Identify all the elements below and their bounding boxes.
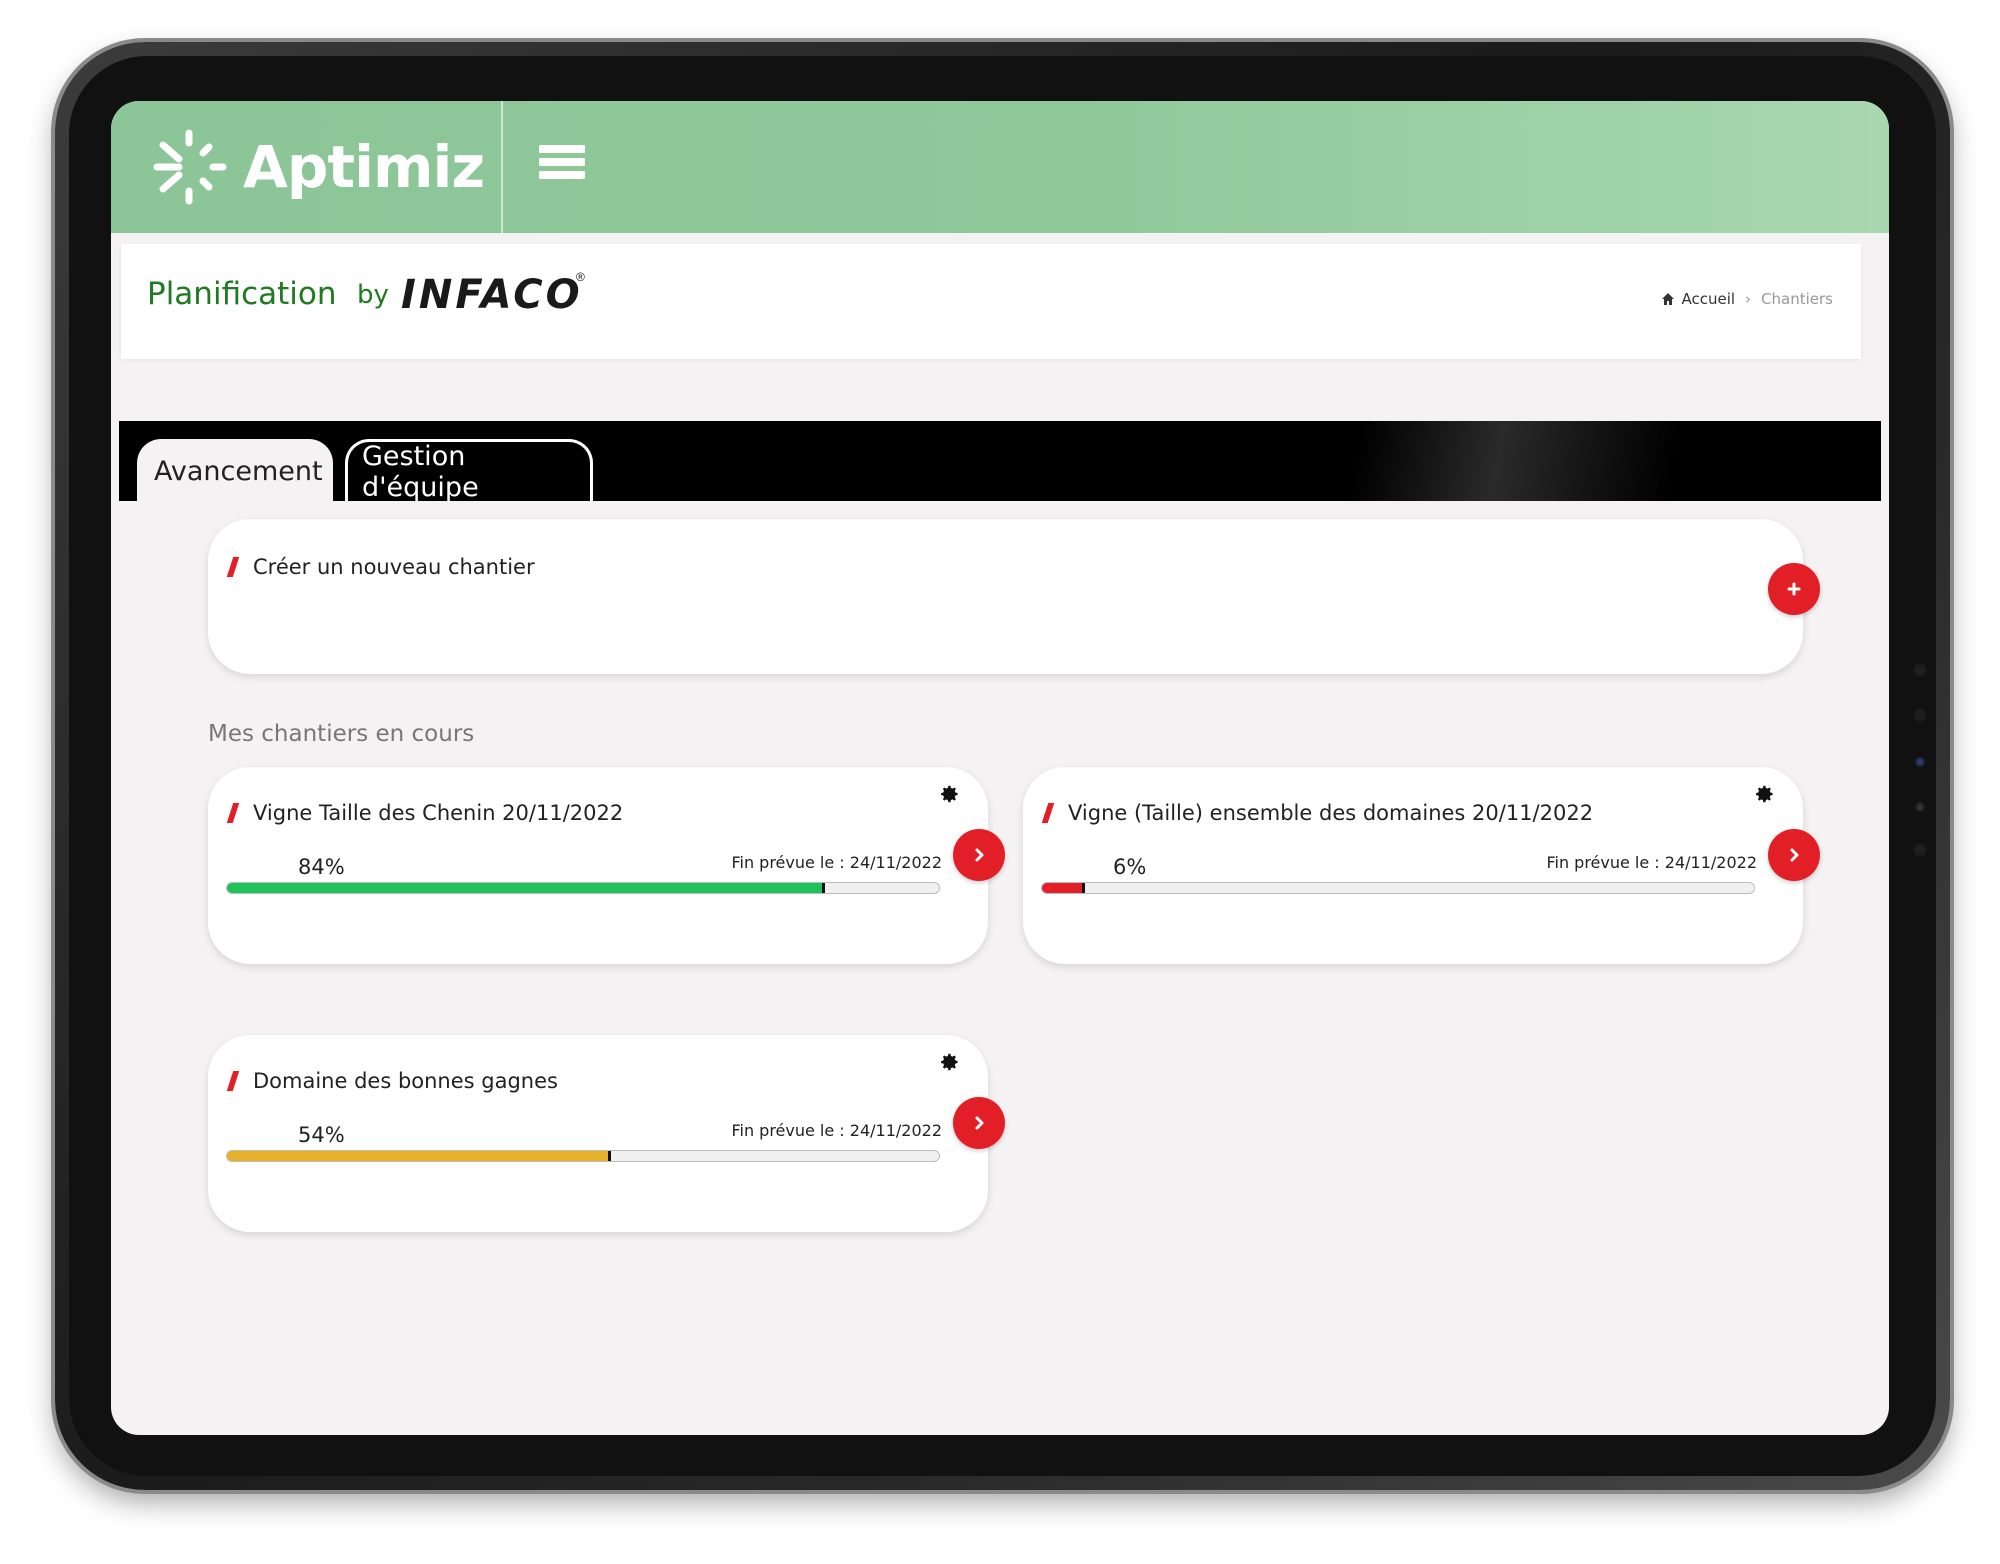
project-title: Domaine des bonnes gagnes <box>253 1069 558 1093</box>
progress-percent: 84% <box>298 855 345 879</box>
create-project-label: Créer un nouveau chantier <box>253 555 535 579</box>
tab-gestion-equipe[interactable]: Gestion d'équipe <box>345 439 593 503</box>
brand-logo[interactable]: Aptimiz <box>149 129 485 205</box>
breadcrumb-home[interactable]: Accueil <box>1681 290 1735 308</box>
progress-bar <box>1041 882 1755 894</box>
plus-icon <box>1787 582 1801 596</box>
progress-bar-fill <box>227 1151 612 1161</box>
sensor-dot <box>1912 662 1928 678</box>
tab-bar: Avancement Gestion d'équipe <box>119 421 1881 503</box>
due-date: Fin prévue le : 24/11/2022 <box>731 1121 942 1140</box>
gear-icon[interactable] <box>938 1051 960 1073</box>
infaco-logo: INFACO <box>401 272 583 318</box>
brand-name: Aptimiz <box>243 133 485 201</box>
progress-bar-fill <box>1042 883 1085 893</box>
gear-icon[interactable] <box>1753 783 1775 805</box>
app-screen: Aptimiz Planification by INFACO ® Accuei… <box>111 101 1889 1435</box>
breadcrumb-separator: › <box>1745 290 1752 308</box>
project-card: Domaine des bonnes gagnes 54% Fin prévue… <box>208 1035 988 1232</box>
registered-mark: ® <box>576 270 585 284</box>
red-slash-icon <box>226 557 240 577</box>
progress-bar-fill <box>227 883 826 893</box>
home-icon <box>1662 293 1675 305</box>
due-date: Fin prévue le : 24/11/2022 <box>731 853 942 872</box>
page-header: Planification by INFACO ® Accueil › Chan… <box>121 244 1861 359</box>
aptimiz-logo-icon <box>153 129 227 205</box>
project-title: Vigne Taille des Chenin 20/11/2022 <box>253 801 624 825</box>
sensor-dot <box>1912 707 1928 723</box>
gear-icon[interactable] <box>938 783 960 805</box>
sensor-dot <box>1915 802 1925 812</box>
create-project-card: Créer un nouveau chantier <box>208 519 1803 674</box>
progress-bar <box>226 882 940 894</box>
hamburger-menu-icon[interactable] <box>539 145 585 189</box>
chevron-right-icon <box>975 1116 984 1130</box>
project-card: Vigne (Taille) ensemble des domaines 20/… <box>1023 767 1803 964</box>
sensor-dot <box>1912 842 1928 858</box>
page-title: Planification <box>147 276 337 312</box>
chevron-right-icon <box>975 848 984 862</box>
page-title-by: by <box>357 280 389 310</box>
open-project-button[interactable] <box>953 1097 1005 1149</box>
top-bar: Aptimiz <box>111 101 1889 233</box>
tab-avancement[interactable]: Avancement <box>137 439 333 501</box>
progress-percent: 54% <box>298 1123 345 1147</box>
add-project-button[interactable] <box>1768 563 1820 615</box>
chevron-right-icon <box>1790 848 1799 862</box>
open-project-button[interactable] <box>1768 829 1820 881</box>
red-slash-icon <box>226 1071 240 1091</box>
project-title: Vigne (Taille) ensemble des domaines 20/… <box>1068 801 1594 825</box>
open-project-button[interactable] <box>953 829 1005 881</box>
section-title: Mes chantiers en cours <box>208 721 475 747</box>
progress-percent: 6% <box>1113 855 1147 879</box>
project-card: Vigne Taille des Chenin 20/11/2022 84% F… <box>208 767 988 964</box>
progress-bar <box>226 1150 940 1162</box>
breadcrumb: Accueil › Chantiers <box>1661 290 1833 308</box>
red-slash-icon <box>226 803 240 823</box>
topbar-divider <box>501 101 503 233</box>
due-date: Fin prévue le : 24/11/2022 <box>1546 853 1757 872</box>
camera-lens <box>1915 757 1925 767</box>
red-slash-icon <box>1041 803 1055 823</box>
breadcrumb-current: Chantiers <box>1761 290 1833 308</box>
